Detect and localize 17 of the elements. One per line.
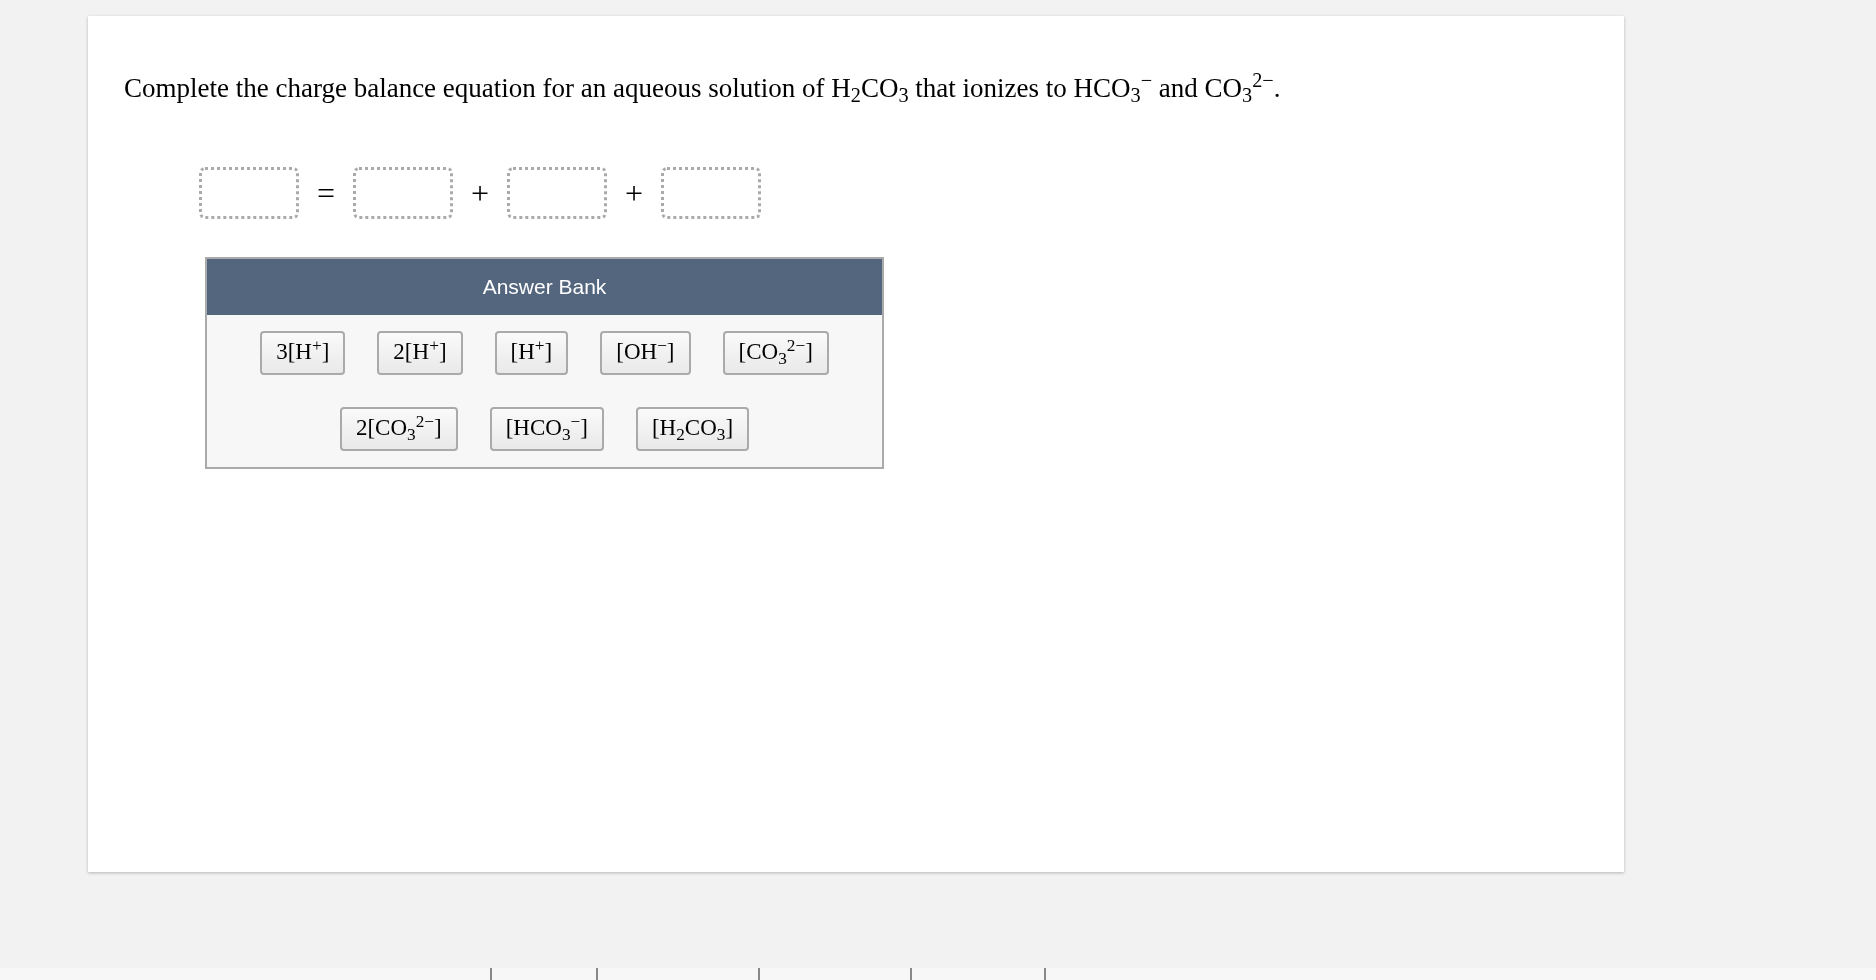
drop-target[interactable]: [353, 166, 454, 219]
answer-chip[interactable]: 3[H$^{+}$]: [260, 330, 346, 375]
answer-chip[interactable]: [OH$^{−}$]: [600, 330, 691, 375]
operator: =: [317, 173, 336, 213]
answer-bank-title: Answer Bank: [482, 273, 607, 300]
answer-chip[interactable]: [H$^{+}$]: [494, 330, 569, 375]
answer-chip[interactable]: [HCO$_{3}$$^{−}$]: [489, 406, 604, 451]
operator: +: [625, 173, 644, 213]
answer-chip[interactable]: [H$_{2}$CO$_{3}$]: [635, 406, 750, 451]
drop-target[interactable]: [199, 166, 299, 219]
drop-target[interactable]: [507, 166, 608, 219]
answer-chip[interactable]: 2[H$^{+}$]: [377, 330, 463, 375]
drop-target[interactable]: [661, 166, 762, 219]
question-text: Complete the charge balance equation for an aqueous solution of H$_{2}$CO$_{3}$ that ionizes to HCO$_{3}$$^{−}$ and CO$_{3}$$^{2−}$.: [124, 68, 1282, 109]
operator: +: [471, 173, 490, 213]
answer-chip[interactable]: [CO$_{3}$$^{2−}$]: [722, 330, 829, 375]
answer-chip[interactable]: 2[CO$_{3}$$^{2−}$]: [339, 406, 458, 451]
